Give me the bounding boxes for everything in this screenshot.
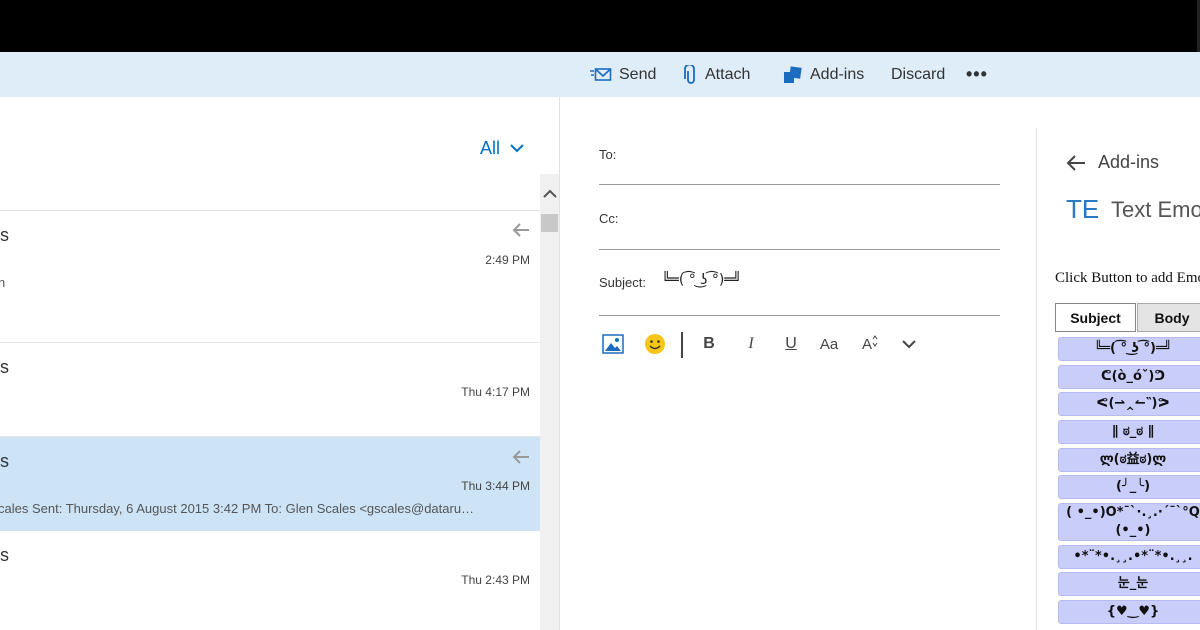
command-bar: Send Attach Add-ins Discard ••• — [0, 52, 1200, 97]
font-size-label: A — [861, 335, 872, 353]
filter-dropdown[interactable]: All — [480, 138, 524, 159]
emoticon-button[interactable]: ᕙ(⇀‸↼‶)ᕗ — [1058, 392, 1200, 416]
list-item[interactable]: es 2:49 PM n — [0, 211, 540, 343]
addins-label: Add-ins — [810, 65, 865, 83]
tab-subject[interactable]: Subject — [1055, 303, 1136, 332]
message-time: Thu 2:43 PM — [461, 573, 530, 587]
bold-button[interactable]: B — [699, 330, 719, 358]
discard-label: Discard — [891, 65, 946, 83]
cc-field[interactable] — [599, 249, 1000, 250]
chevron-down-icon — [510, 144, 524, 153]
emoji-icon[interactable] — [642, 330, 668, 358]
toolbar-separator — [681, 332, 683, 358]
subject-label: Subject: — [599, 275, 646, 290]
message-sender: es — [0, 545, 10, 565]
message-preview: n — [0, 275, 6, 290]
to-field[interactable] — [599, 184, 1000, 185]
chevron-up-icon — [542, 189, 557, 198]
send-icon — [590, 67, 612, 82]
more-formatting-button[interactable] — [899, 330, 919, 358]
discard-button[interactable]: Discard — [891, 52, 945, 97]
message-time: 2:49 PM — [485, 253, 530, 267]
scroll-up-button[interactable] — [540, 174, 559, 212]
replied-arrow-icon — [512, 450, 530, 469]
addin-name: Text Emoticons — [1111, 197, 1200, 222]
emoticon-button[interactable]: (╯_╰) — [1058, 475, 1200, 499]
message-time: Thu 4:17 PM — [461, 385, 530, 399]
list-item[interactable]: es Thu 2:43 PM — [0, 531, 540, 630]
paperclip-icon — [684, 64, 698, 85]
cc-label: Cc: — [599, 211, 619, 226]
list-item[interactable]: es Thu 3:44 PM cales Sent: Thursday, 6 A… — [0, 437, 540, 531]
send-label: Send — [619, 65, 657, 83]
back-arrow-icon — [1066, 154, 1085, 171]
emoticon-button[interactable]: ᕦ(ò_óˇ)ᕤ — [1058, 365, 1200, 389]
emoticon-button[interactable]: ლ(ಠ益ಠ)ლ — [1058, 448, 1200, 472]
font-button[interactable]: Aa — [817, 330, 841, 358]
attach-label: Attach — [705, 65, 751, 83]
scroll-thumb[interactable] — [541, 214, 558, 232]
size-arrows-icon — [872, 335, 878, 347]
addins-pane-border — [1036, 128, 1037, 630]
more-options-button[interactable]: ••• — [966, 52, 988, 97]
list-item[interactable]: es Thu 4:17 PM — [0, 343, 540, 437]
addin-logo: TE — [1066, 194, 1100, 224]
italic-button[interactable]: I — [741, 330, 761, 358]
message-sender: es — [0, 225, 10, 245]
message-sender: es — [0, 357, 10, 377]
send-button[interactable]: Send — [590, 52, 656, 97]
message-time: Thu 3:44 PM — [461, 479, 530, 493]
emoticon-button[interactable]: •*¨*•.¸¸.•*¨*•.¸¸. — [1058, 545, 1200, 569]
addins-back-button[interactable]: Add-ins — [1066, 152, 1159, 173]
subject-underline — [599, 315, 1000, 316]
underline-button[interactable]: U — [781, 330, 801, 358]
title-bar — [0, 0, 1200, 52]
list-scrollbar[interactable] — [540, 174, 559, 630]
replied-arrow-icon — [512, 223, 530, 242]
font-size-button[interactable]: A — [859, 330, 881, 358]
insert-picture-icon[interactable] — [599, 330, 627, 358]
addin-instruction: Click Button to add Emoticon — [1055, 270, 1200, 286]
emoticon-button[interactable]: ( •_•)O*¯`·.¸.·´¯`°Q (•_•) — [1058, 503, 1200, 541]
emoticon-button[interactable]: ╚═( ͡° ͜ʖ ͡°)═╝ — [1058, 337, 1200, 361]
to-label: To: — [599, 147, 617, 162]
emoticon-button[interactable]: {♥‿♥} — [1058, 600, 1200, 624]
subject-input[interactable]: ╚═( ͡° ͜ʖ ͡°)═╝ — [662, 272, 741, 288]
addins-icon — [783, 65, 803, 84]
chevron-down-icon — [902, 339, 916, 348]
emoticon-button[interactable]: ∥ ಠ_ಠ ∥ — [1058, 420, 1200, 444]
pane-divider — [559, 97, 560, 630]
emoticon-button[interactable]: 눈_눈 — [1058, 572, 1200, 596]
message-preview: cales Sent: Thursday, 6 August 2015 3:42… — [0, 501, 475, 516]
addins-back-label: Add-ins — [1098, 152, 1160, 172]
message-sender: es — [0, 451, 10, 471]
filter-label: All — [480, 138, 501, 158]
tab-body[interactable]: Body — [1137, 303, 1200, 332]
attach-button[interactable]: Attach — [684, 52, 750, 97]
addins-button[interactable]: Add-ins — [783, 52, 864, 97]
